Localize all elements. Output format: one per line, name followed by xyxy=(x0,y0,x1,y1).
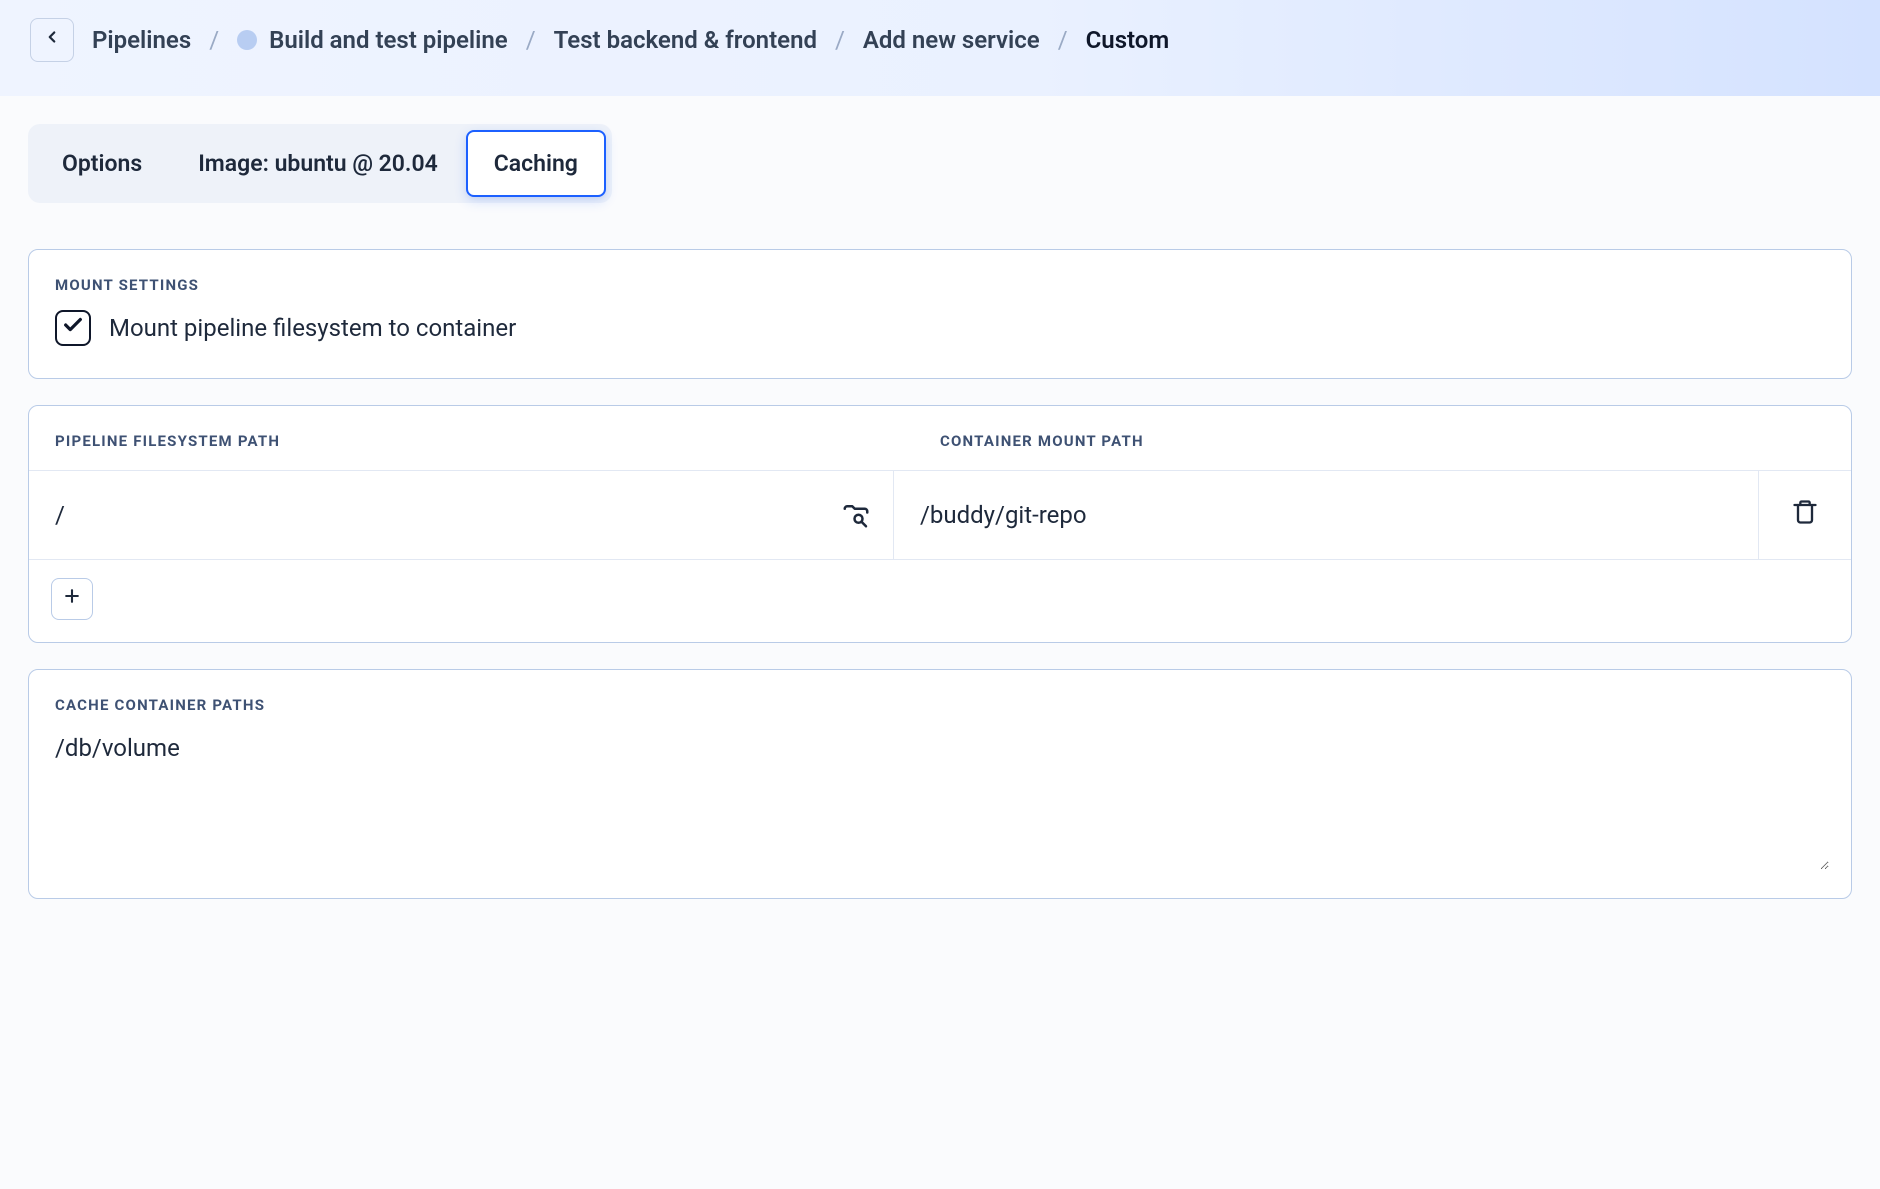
add-path-row-button[interactable] xyxy=(51,578,93,620)
content: Options Image: ubuntu @ 20.04 Caching MO… xyxy=(0,96,1880,965)
mount-settings-card: MOUNT SETTINGS Mount pipeline filesystem… xyxy=(28,249,1852,379)
path-row xyxy=(29,470,1851,559)
breadcrumb-separator: / xyxy=(209,26,219,54)
breadcrumb-separator: / xyxy=(1058,26,1068,54)
mount-checkbox-label: Mount pipeline filesystem to container xyxy=(109,314,516,342)
fs-path-input[interactable] xyxy=(29,471,893,559)
container-mount-path-header: CONTAINER MOUNT PATH xyxy=(940,432,1825,450)
breadcrumb-current: Custom xyxy=(1086,26,1170,54)
tab-image[interactable]: Image: ubuntu @ 20.04 xyxy=(170,130,466,197)
topbar: Pipelines / Build and test pipeline / Te… xyxy=(0,0,1880,96)
breadcrumb-test-backend-frontend[interactable]: Test backend & frontend xyxy=(554,26,817,54)
mount-checkbox-row[interactable]: Mount pipeline filesystem to container xyxy=(55,310,1825,346)
pipeline-filesystem-path-header: PIPELINE FILESYSTEM PATH xyxy=(55,432,940,450)
breadcrumb-build-and-test[interactable]: Build and test pipeline xyxy=(237,26,508,54)
tab-caching[interactable]: Caching xyxy=(466,130,606,197)
cache-paths-textarea[interactable] xyxy=(51,730,1829,870)
back-button[interactable] xyxy=(30,18,74,62)
check-icon xyxy=(62,314,84,342)
browse-folder-icon[interactable] xyxy=(841,500,871,530)
fs-path-cell xyxy=(29,471,894,559)
breadcrumb-add-new-service[interactable]: Add new service xyxy=(863,26,1040,54)
breadcrumb-label: Build and test pipeline xyxy=(269,26,508,54)
tab-options[interactable]: Options xyxy=(34,130,170,197)
tabs: Options Image: ubuntu @ 20.04 Caching xyxy=(28,124,612,203)
plus-icon xyxy=(62,586,82,612)
mount-checkbox[interactable] xyxy=(55,310,91,346)
add-row-area xyxy=(29,559,1851,642)
cache-paths-card: CACHE CONTAINER PATHS xyxy=(28,669,1852,899)
mount-settings-title: MOUNT SETTINGS xyxy=(29,250,1851,310)
path-mapping-card: PIPELINE FILESYSTEM PATH CONTAINER MOUNT… xyxy=(28,405,1852,643)
cache-paths-title: CACHE CONTAINER PATHS xyxy=(29,670,1851,730)
chevron-left-icon xyxy=(43,26,61,54)
breadcrumb: Pipelines / Build and test pipeline / Te… xyxy=(92,26,1169,54)
trash-icon xyxy=(1791,498,1819,532)
mount-path-input[interactable] xyxy=(894,471,1758,559)
delete-path-row-button[interactable] xyxy=(1759,471,1851,559)
breadcrumb-separator: / xyxy=(526,26,536,54)
breadcrumb-pipelines[interactable]: Pipelines xyxy=(92,26,191,54)
pipeline-status-dot-icon xyxy=(237,30,257,50)
mount-path-cell xyxy=(894,471,1759,559)
breadcrumb-separator: / xyxy=(835,26,845,54)
